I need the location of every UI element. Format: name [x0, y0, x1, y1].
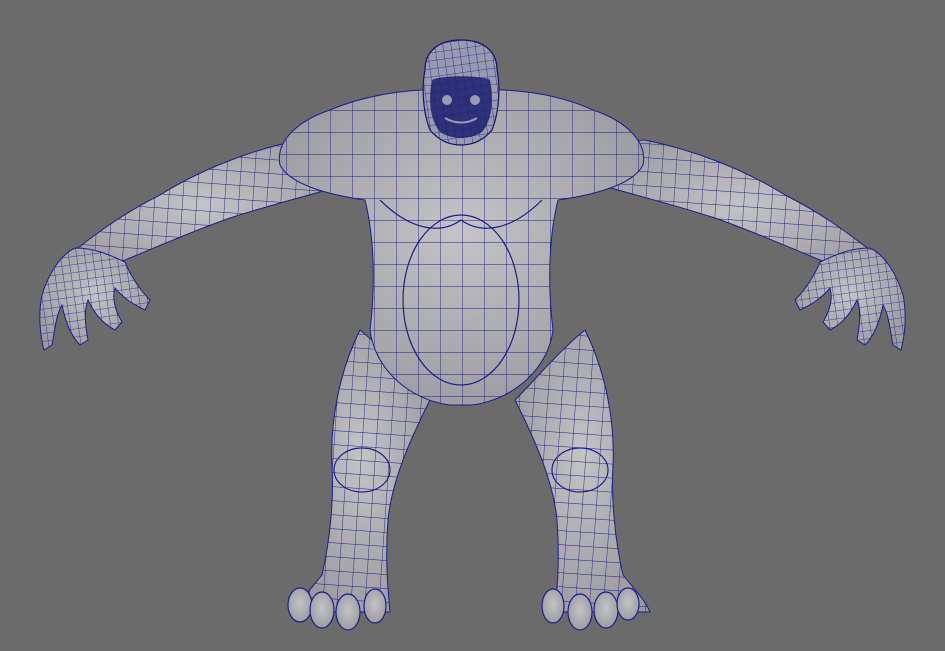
- viewport-3d[interactable]: [0, 0, 945, 651]
- left-hand: [39, 247, 151, 351]
- right-hand: [794, 247, 906, 351]
- creature-mesh[interactable]: [0, 0, 945, 651]
- head: [422, 39, 500, 146]
- right-leg: [514, 329, 651, 613]
